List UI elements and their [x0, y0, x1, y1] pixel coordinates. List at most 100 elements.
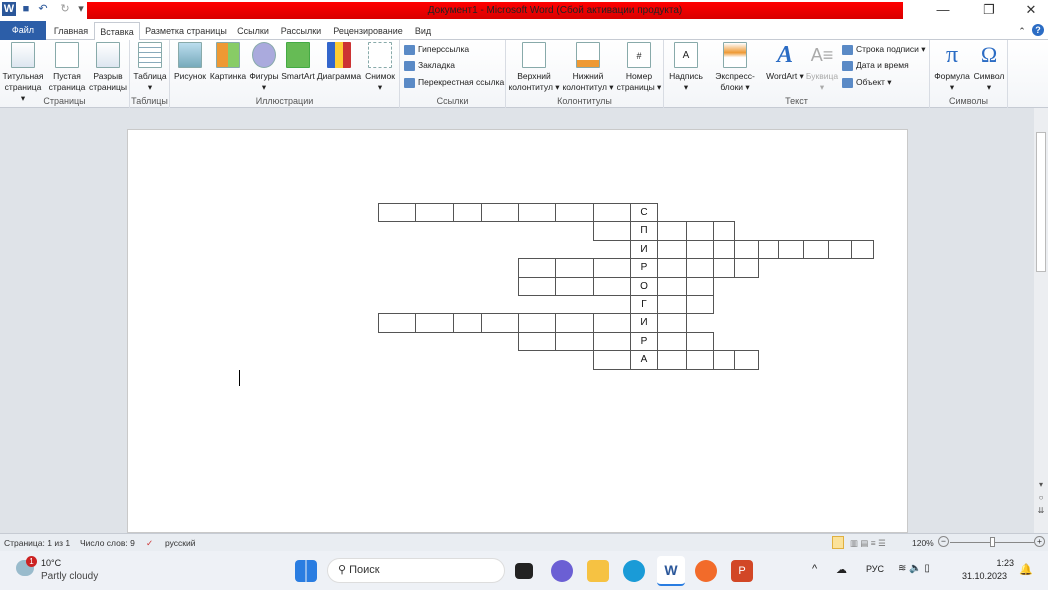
crossword-cell[interactable]	[713, 239, 735, 260]
page-number-button[interactable]: # Номер страницы ▾	[616, 42, 662, 93]
customize-quick-access-icon[interactable]: ▾	[74, 2, 88, 16]
crossword-cell[interactable]	[518, 313, 556, 333]
crossword-cell[interactable]	[518, 258, 556, 278]
show-hidden-icons[interactable]: ^	[812, 563, 817, 575]
smartart-button[interactable]: SmartArt	[280, 42, 316, 82]
crossword-key-cell[interactable]: О	[630, 276, 658, 296]
save-icon[interactable]: ■	[19, 2, 33, 16]
clipart-button[interactable]: Картинка	[208, 42, 248, 82]
crossword-cell[interactable]	[657, 239, 687, 260]
crossword-cell[interactable]	[518, 331, 556, 352]
cover-page-button[interactable]: Титульная страница ▾	[2, 42, 44, 104]
crossword-cell[interactable]	[555, 276, 594, 296]
view-mode-icons[interactable]: ▥ ▤ ≡ ☰	[850, 538, 886, 549]
zoom-in-button[interactable]: +	[1034, 536, 1045, 547]
crossword-cell[interactable]	[453, 203, 482, 223]
powerpoint-icon[interactable]: P	[731, 560, 753, 582]
crossword-key-cell[interactable]: П	[630, 221, 658, 241]
tab-file[interactable]: Файл	[0, 21, 46, 40]
crossword-key-cell[interactable]: Р	[630, 331, 658, 352]
crossword-cell[interactable]	[593, 258, 631, 278]
crossword-cell[interactable]	[593, 203, 631, 223]
minimize-button[interactable]: —	[928, 2, 958, 18]
picture-button[interactable]: Рисунок	[172, 42, 208, 82]
chart-button[interactable]: Диаграмма	[316, 42, 362, 82]
crossword-cell[interactable]	[657, 258, 687, 278]
crossword-cell[interactable]	[657, 276, 687, 296]
crossword-cell[interactable]	[686, 350, 714, 370]
crossword-cell[interactable]	[686, 276, 714, 296]
crossword-cell[interactable]	[481, 313, 519, 333]
file-explorer-icon[interactable]	[587, 560, 609, 582]
crossword-cell[interactable]	[828, 239, 852, 260]
crossword-key-cell[interactable]: И	[630, 313, 658, 333]
crossword-cell[interactable]	[555, 258, 594, 278]
crossword-cell[interactable]	[415, 313, 454, 333]
crossword-key-cell[interactable]: С	[630, 203, 658, 223]
scrollbar-thumb[interactable]	[1036, 132, 1046, 272]
crossword-cell[interactable]	[593, 276, 631, 296]
crossword-cell[interactable]	[734, 258, 759, 278]
help-icon[interactable]: ?	[1032, 24, 1044, 36]
crossword-cell[interactable]	[657, 350, 687, 370]
tab-insert[interactable]: Вставка	[94, 22, 140, 41]
close-button[interactable]: ✕	[1016, 2, 1046, 18]
equation-button[interactable]: π Формула ▾	[932, 42, 972, 93]
weather-desc[interactable]: Partly cloudy	[41, 571, 98, 582]
crossword-cell[interactable]	[415, 203, 454, 223]
crossword-cell[interactable]	[593, 331, 631, 352]
crossword-key-cell[interactable]: Г	[630, 295, 658, 315]
date-time-button[interactable]: Дата и время	[842, 60, 909, 71]
browse-object-icons[interactable]: ▾ ○ ⇊	[1036, 478, 1046, 517]
crossword-cell[interactable]	[481, 203, 519, 223]
page-break-button[interactable]: Разрыв страницы	[88, 42, 128, 93]
crossword-cell[interactable]	[657, 221, 687, 241]
bookmark-button[interactable]: Закладка	[404, 60, 455, 71]
crossword-cell[interactable]	[778, 239, 804, 260]
clock-date[interactable]: 31.10.2023	[962, 571, 1007, 581]
crossword-cell[interactable]	[593, 313, 631, 333]
crossword-cell[interactable]	[734, 350, 759, 370]
screenshot-button[interactable]: Снимок ▾	[362, 42, 398, 93]
proofing-icon[interactable]: ✓	[146, 538, 153, 549]
crossword-cell[interactable]	[518, 203, 556, 223]
cross-reference-button[interactable]: Перекрестная ссылка	[404, 77, 504, 88]
quick-parts-button[interactable]: Экспресс-блоки ▾	[706, 42, 764, 93]
crossword-key-cell[interactable]: Р	[630, 258, 658, 278]
vertical-scrollbar[interactable]: ▾ ○ ⇊	[1034, 108, 1048, 533]
object-button[interactable]: Объект ▾	[842, 77, 892, 88]
crossword-key-cell[interactable]: А	[630, 350, 658, 370]
tab-mailings[interactable]: Рассылки	[280, 22, 322, 40]
footer-button[interactable]: Нижний колонтитул ▾	[562, 42, 614, 93]
shapes-button[interactable]: Фигуры ▾	[248, 42, 280, 93]
symbol-button[interactable]: Ω Символ ▾	[972, 42, 1006, 93]
search-box[interactable]: ⚲ Поиск	[327, 558, 505, 583]
network-volume-battery-icons[interactable]: ≋ 🔈 ▯	[898, 563, 930, 574]
crossword-cell[interactable]	[851, 239, 874, 260]
notification-bell-icon[interactable]: 🔔	[1019, 563, 1033, 576]
crossword-cell[interactable]	[686, 221, 714, 241]
undo-icon[interactable]: ↶	[36, 2, 50, 16]
zoom-level[interactable]: 120%	[912, 538, 934, 548]
crossword-cell[interactable]	[593, 350, 631, 370]
crossword-cell[interactable]	[686, 331, 714, 352]
crossword-cell[interactable]	[713, 258, 735, 278]
dropcap-button[interactable]: A≡ Буквица ▾	[804, 42, 840, 93]
redo-icon[interactable]: ↻	[58, 2, 72, 16]
clock-time[interactable]: 1:23	[990, 558, 1014, 568]
zoom-slider-handle[interactable]	[990, 537, 995, 547]
tab-review[interactable]: Рецензирование	[332, 22, 404, 40]
zoom-out-button[interactable]: −	[938, 536, 949, 547]
edge-icon[interactable]	[623, 560, 645, 582]
crossword-cell[interactable]	[686, 239, 714, 260]
crossword-cell[interactable]	[657, 331, 687, 352]
header-button[interactable]: Верхний колонтитул ▾	[508, 42, 560, 93]
crossword-cell[interactable]	[734, 239, 759, 260]
word-taskbar-icon[interactable]: W	[657, 556, 685, 586]
firefox-icon[interactable]	[695, 560, 717, 582]
signature-line-button[interactable]: Строка подписи ▾	[842, 44, 926, 55]
blank-page-button[interactable]: Пустая страница	[48, 42, 86, 93]
crossword-cell[interactable]	[555, 203, 594, 223]
tab-home[interactable]: Главная	[50, 22, 92, 40]
textbox-button[interactable]: A Надпись ▾	[666, 42, 706, 93]
